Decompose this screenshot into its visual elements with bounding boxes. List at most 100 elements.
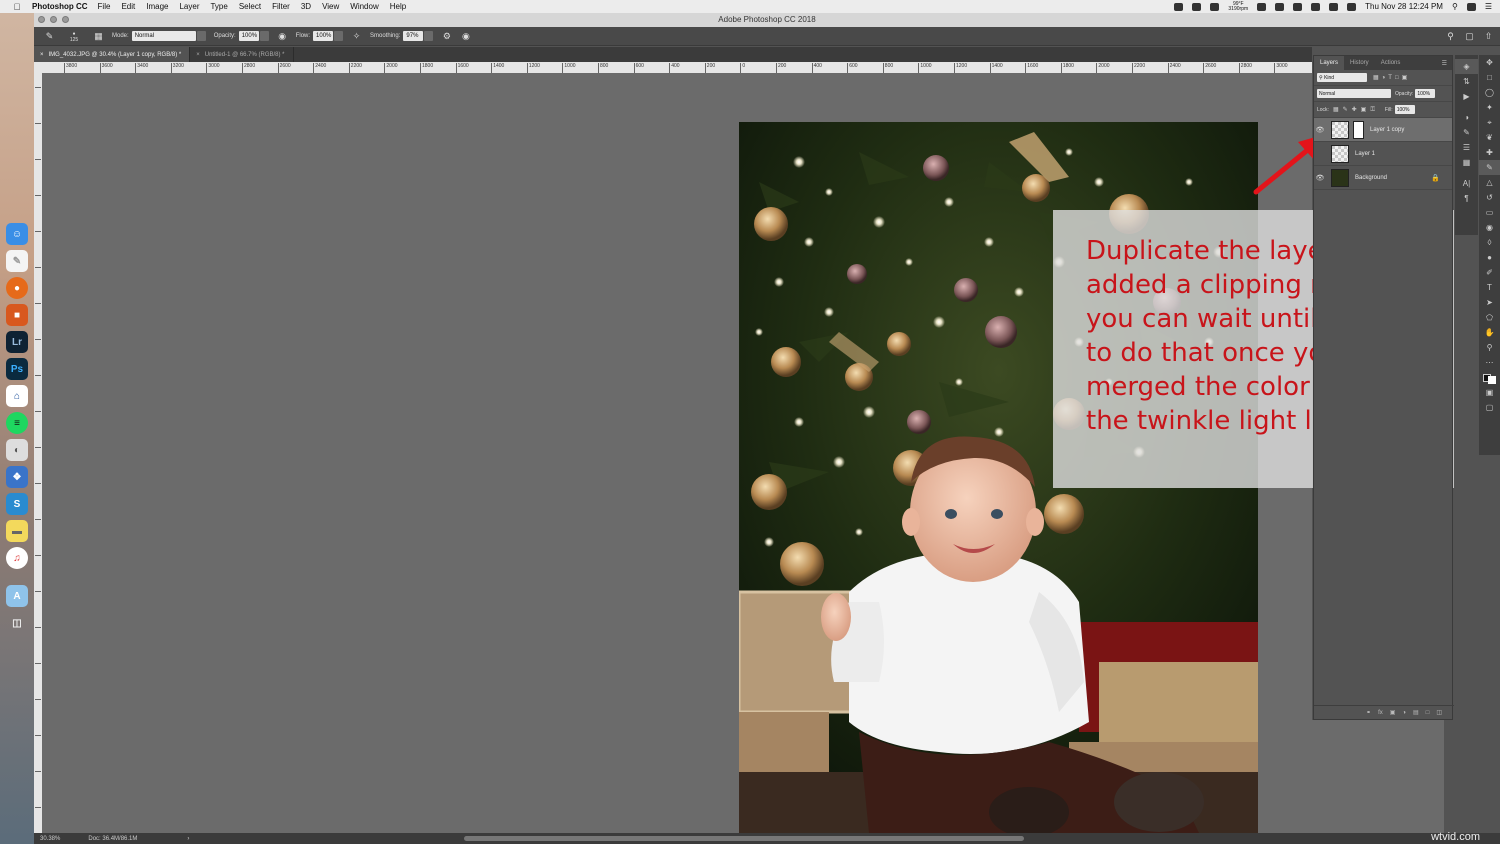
- pressure-size-icon[interactable]: ◉: [460, 31, 471, 42]
- smoothing-input[interactable]: 97%: [403, 31, 424, 41]
- smoothing-chevron-icon[interactable]: [424, 31, 434, 41]
- marquee-tool-icon[interactable]: □: [1479, 70, 1500, 85]
- panel-menu-icon[interactable]: ☰: [1437, 60, 1452, 67]
- stickies-icon[interactable]: ▬: [6, 520, 28, 542]
- link-icon[interactable]: ⚭: [1366, 709, 1371, 716]
- doc-size[interactable]: Doc: 36.4M/86.1M: [88, 836, 137, 842]
- channels-icon[interactable]: ⇅: [1455, 74, 1478, 89]
- time-machine-icon[interactable]: [1257, 2, 1267, 11]
- mask-icon[interactable]: ▣: [1390, 709, 1396, 716]
- blur-tool-icon[interactable]: ◊: [1479, 235, 1500, 250]
- flow-input[interactable]: 100%: [313, 31, 334, 41]
- bluetooth-icon[interactable]: [1275, 2, 1285, 11]
- pen-tool-icon[interactable]: ✐: [1479, 265, 1500, 280]
- cloud-icon[interactable]: [1192, 2, 1202, 11]
- visibility-eye-icon[interactable]: 👁: [1314, 126, 1326, 134]
- adjustments-icon[interactable]: ◑: [1455, 110, 1478, 125]
- search-icon[interactable]: ⚲: [1445, 31, 1456, 42]
- fill-input[interactable]: 100%: [1394, 105, 1415, 114]
- eraser-tool-icon[interactable]: ▭: [1479, 205, 1500, 220]
- workspace-icon[interactable]: ▢: [1464, 31, 1475, 42]
- applications-folder-icon[interactable]: A: [6, 585, 28, 607]
- opacity-chevron-icon[interactable]: [259, 31, 269, 41]
- lightroom-icon[interactable]: Lr: [6, 331, 28, 353]
- menu-type[interactable]: Type: [210, 2, 227, 11]
- image-capture-icon[interactable]: ◐: [6, 439, 28, 461]
- volume-icon[interactable]: [1329, 2, 1339, 11]
- group-icon[interactable]: ▤: [1413, 709, 1419, 716]
- menu-select[interactable]: Select: [239, 2, 261, 11]
- more-tools-icon[interactable]: ⋯: [1479, 355, 1500, 370]
- brush-tool-icon[interactable]: ✎: [1479, 160, 1500, 175]
- visibility-eye-icon[interactable]: 👁: [1314, 174, 1326, 182]
- close-tab-icon[interactable]: ×: [40, 52, 44, 58]
- menu-image[interactable]: Image: [146, 2, 168, 11]
- menu-edit[interactable]: Edit: [121, 2, 135, 11]
- quick-mask-icon[interactable]: ▣: [1479, 385, 1500, 400]
- adjustment-icon[interactable]: ◑: [1402, 710, 1406, 716]
- airbrush-icon[interactable]: ✧: [351, 31, 362, 42]
- user-icon[interactable]: [1466, 2, 1476, 11]
- clone-source-icon[interactable]: ▦: [1455, 155, 1478, 170]
- ruler-origin[interactable]: [34, 62, 42, 73]
- app-icon[interactable]: S: [6, 493, 28, 515]
- wifi-icon[interactable]: [1293, 2, 1303, 11]
- character-icon[interactable]: A|: [1455, 176, 1478, 191]
- brush-preset-picker[interactable]: ● 125: [63, 31, 85, 43]
- new-layer-icon[interactable]: □: [1426, 710, 1430, 716]
- brush-settings-panel-icon[interactable]: ☰: [1455, 140, 1478, 155]
- horizontal-scrollbar[interactable]: [464, 836, 1024, 841]
- path-selection-tool-icon[interactable]: ➤: [1479, 295, 1500, 310]
- zoom-tool-icon[interactable]: ⚲: [1479, 340, 1500, 355]
- temperature-readout[interactable]: 99°F 3190rpm: [1228, 1, 1248, 12]
- zoom-level[interactable]: 30.38%: [40, 836, 60, 842]
- menu-view[interactable]: View: [322, 2, 339, 11]
- tab-layers[interactable]: Layers: [1314, 56, 1345, 70]
- opacity-input[interactable]: 100%: [238, 31, 259, 41]
- paragraph-icon[interactable]: ¶: [1455, 191, 1478, 206]
- healing-tool-icon[interactable]: ✚: [1479, 145, 1500, 160]
- tab-img-4032[interactable]: × IMG_4032.JPG @ 30.4% (Layer 1 copy, RG…: [34, 47, 191, 62]
- crop-tool-icon[interactable]: ⌖: [1479, 115, 1500, 130]
- lasso-tool-icon[interactable]: ◯: [1479, 85, 1500, 100]
- home-icon[interactable]: ⌂: [6, 385, 28, 407]
- app-name-menu[interactable]: Photoshop CC: [32, 2, 88, 11]
- actions-icon[interactable]: ▶: [1455, 89, 1478, 104]
- tab-actions[interactable]: Actions: [1375, 56, 1407, 70]
- menu-3d[interactable]: 3D: [301, 2, 311, 11]
- layer-opacity-input[interactable]: 100%: [1415, 89, 1436, 98]
- layer-row-layer-1-copy[interactable]: 👁 Layer 1 copy: [1314, 118, 1452, 142]
- shape-tool-icon[interactable]: ⬠: [1479, 310, 1500, 325]
- fx-icon[interactable]: fx: [1378, 710, 1383, 716]
- eyedropper-tool-icon[interactable]: ❦: [1479, 130, 1500, 145]
- finder-icon[interactable]: ☺: [6, 223, 28, 245]
- flag-icon[interactable]: [1347, 2, 1357, 11]
- move-tool-icon[interactable]: ✥: [1479, 55, 1500, 70]
- notification-center-icon[interactable]: ☰: [1485, 2, 1492, 11]
- apple-icon[interactable]: : [10, 0, 24, 13]
- type-tool-icon[interactable]: T: [1479, 280, 1500, 295]
- hand-tool-icon[interactable]: ✋: [1479, 325, 1500, 340]
- menu-file[interactable]: File: [98, 2, 111, 11]
- menu-filter[interactable]: Filter: [272, 2, 290, 11]
- gear-icon[interactable]: ⚙: [441, 31, 452, 42]
- share-icon[interactable]: ⇧: [1483, 31, 1494, 42]
- mode-dropdown-chevron-icon[interactable]: [196, 31, 206, 41]
- spotlight-icon[interactable]: ⚲: [1452, 2, 1458, 11]
- brush-settings-icon[interactable]: ▦: [93, 31, 104, 42]
- network-icon[interactable]: ❖: [6, 466, 28, 488]
- mode-select[interactable]: Normal: [131, 31, 196, 41]
- pressure-opacity-icon[interactable]: ◉: [277, 31, 288, 42]
- keynote-icon[interactable]: ■: [6, 304, 28, 326]
- paint-bucket-tool-icon[interactable]: ◉: [1479, 220, 1500, 235]
- clock[interactable]: Thu Nov 28 12:24 PM: [1365, 2, 1443, 11]
- horizontal-ruler[interactable]: 3800 3600 3400 3200 3000 2800 2600 2400 2200 2000…: [42, 62, 1312, 73]
- filter-type-icons[interactable]: ▦◑T□▣: [1373, 74, 1410, 81]
- layer-mask-thumbnail[interactable]: [1353, 120, 1364, 139]
- textedit-icon[interactable]: ✎: [6, 250, 28, 272]
- brush-tool-icon[interactable]: ✎: [44, 31, 55, 42]
- firefox-icon[interactable]: ●: [6, 277, 28, 299]
- tab-untitled-1[interactable]: × Untitled-1 @ 66.7% (RGB/8) *: [190, 47, 294, 62]
- script-icon[interactable]: [1210, 2, 1220, 11]
- vertical-ruler[interactable]: [34, 73, 42, 833]
